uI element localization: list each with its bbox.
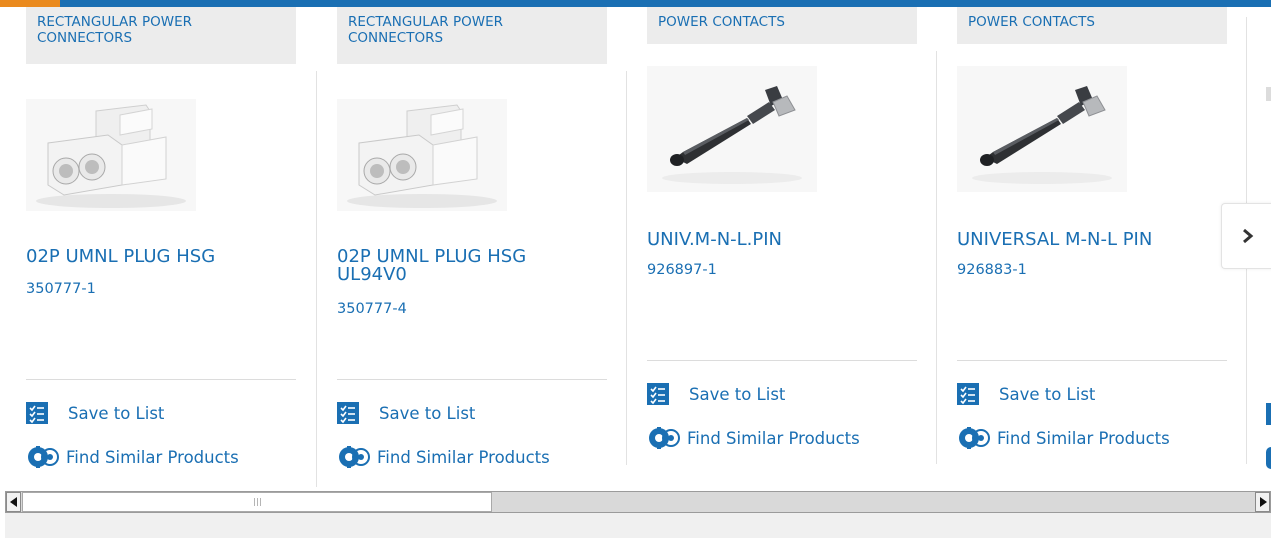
page: RECTANGULAR POWER CONNECTORS 02P UMNL PL… [0,0,1271,538]
product-name-link[interactable]: 02P UMNL PLUG HSG [26,248,286,266]
card-divider-line [337,379,607,380]
product-image[interactable] [337,99,507,215]
card-separator [316,71,317,487]
crimp-pin-contact-icon [957,66,1127,192]
carousel-next-button[interactable] [1221,203,1271,269]
scroll-left-button[interactable] [6,492,21,512]
card-divider-line [957,360,1227,361]
arrow-right-icon [1259,497,1267,507]
find-similar-button[interactable]: Find Similar Products [337,446,550,468]
white-plug-housing-icon [337,99,507,211]
find-similar-button[interactable]: Find Similar Products [957,427,1170,449]
card-separator [626,71,627,465]
save-to-list-label: Save to List [68,403,165,423]
product-name-link[interactable]: UNIV.M-N-L.PIN [647,231,907,249]
find-similar-button[interactable]: Find Similar Products [26,446,239,468]
similar-products-icon [959,427,990,449]
save-to-list-button[interactable]: Save to List [647,383,785,405]
find-similar-label: Find Similar Products [687,428,860,448]
card-divider-line [647,360,917,361]
checklist-icon [337,402,359,424]
part-number-link[interactable]: 926883-1 [957,262,1027,278]
similar-products-icon [28,446,59,468]
checklist-icon [957,383,979,405]
category-tag[interactable]: RECTANGULAR POWER CONNECTORS [26,7,296,64]
horizontal-scrollbar[interactable] [5,491,1271,513]
find-similar-label: Find Similar Products [997,428,1170,448]
grip-line [259,498,261,506]
bottom-empty-area [5,513,1271,538]
category-tag[interactable]: POWER CONTACTS [957,7,1227,44]
scrollbar-thumb[interactable] [22,492,492,512]
save-to-list-label: Save to List [379,403,476,423]
product-card: POWER CONTACTS UNIVERSAL M-N-L PIN 92688… [957,7,1227,487]
product-card: RECTANGULAR POWER CONNECTORS 02P UMNL PL… [337,7,607,487]
white-plug-housing-icon [26,99,196,211]
find-similar-button[interactable]: Find Similar Products [647,427,860,449]
card-divider-line [26,379,296,380]
partial-checklist-icon [1266,403,1271,425]
partial-similar-icon [1266,447,1271,469]
scroll-right-button[interactable] [1255,492,1270,512]
product-image[interactable] [957,66,1127,196]
save-to-list-label: Save to List [999,384,1096,404]
arrow-left-icon [9,497,17,507]
similar-products-icon [339,446,370,468]
grip-line [256,498,258,506]
grip-line [253,498,255,506]
category-tag[interactable]: POWER CONTACTS [647,7,917,44]
crimp-pin-contact-icon [647,66,817,192]
active-accent [0,0,60,7]
similar-products-icon [649,427,680,449]
top-accent-bar [0,0,1271,7]
checklist-icon [647,383,669,405]
product-image[interactable] [26,99,196,215]
save-to-list-label: Save to List [689,384,786,404]
product-carousel: RECTANGULAR POWER CONNECTORS 02P UMNL PL… [0,7,1271,487]
category-tag[interactable]: RECTANGULAR POWER CONNECTORS [337,7,607,64]
save-to-list-button[interactable]: Save to List [957,383,1095,405]
product-name-link[interactable]: 02P UMNL PLUG HSG UL94V0 [337,248,597,284]
product-card: POWER CONTACTS UNIV.M-N-L.PIN 926897-1 S… [647,7,917,487]
part-number-link[interactable]: 350777-4 [337,301,407,317]
product-name-link[interactable]: UNIVERSAL M-N-L PIN [957,231,1217,249]
card-separator [936,51,937,464]
partial-image [1266,87,1271,101]
chevron-right-icon [1242,228,1253,244]
checklist-icon [26,402,48,424]
part-number-link[interactable]: 350777-1 [26,281,96,297]
product-card: RECTANGULAR POWER CONNECTORS 02P UMNL PL… [26,7,296,487]
find-similar-label: Find Similar Products [377,447,550,467]
save-to-list-button[interactable]: Save to List [337,402,475,424]
product-image[interactable] [647,66,817,196]
save-to-list-button[interactable]: Save to List [26,402,164,424]
part-number-link[interactable]: 926897-1 [647,262,717,278]
find-similar-label: Find Similar Products [66,447,239,467]
